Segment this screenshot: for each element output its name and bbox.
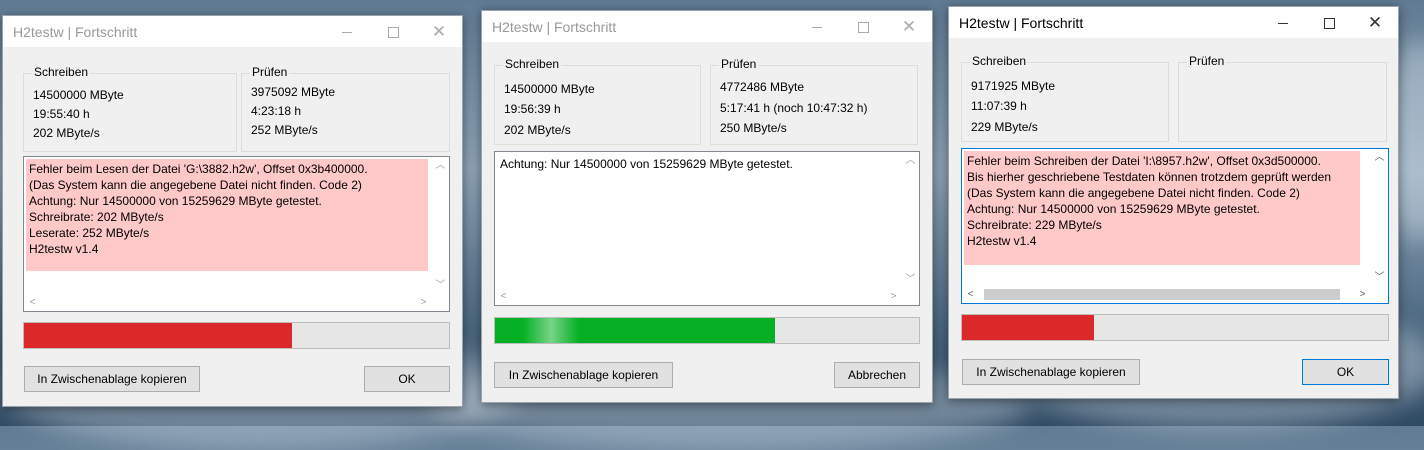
verify-group-label: Prüfen: [1187, 54, 1227, 68]
scroll-down-icon[interactable]: ﹀: [1371, 269, 1388, 286]
progress-fill: [24, 323, 292, 348]
minimize-icon[interactable]: [324, 16, 370, 47]
write-rate: 202 MByte/s: [33, 126, 100, 140]
verify-group: Prüfen 3975092 MByte 4:23:18 h 252 MByte…: [241, 65, 450, 152]
progress-fill: [962, 315, 1095, 340]
scroll-left-icon[interactable]: <: [24, 294, 41, 311]
verify-size: 4772486 MByte: [720, 80, 805, 94]
scroll-up-icon[interactable]: ︿: [902, 152, 919, 169]
write-time: 11:07:39 h: [971, 99, 1027, 113]
progress-fill: [495, 318, 775, 343]
copy-to-clipboard-button[interactable]: In Zwischenablage kopieren: [494, 362, 673, 388]
scroll-up-icon[interactable]: ︿: [1371, 149, 1388, 166]
log-text: Fehler beim Lesen der Datei 'G:\3882.h2w…: [26, 159, 428, 271]
window-title: H2testw | Fortschritt: [959, 15, 1084, 31]
horizontal-scrollbar[interactable]: < >: [495, 288, 902, 305]
close-icon[interactable]: ✕: [1352, 7, 1398, 38]
horizontal-scrollbar[interactable]: < >: [24, 294, 432, 311]
minimize-icon[interactable]: [1260, 7, 1306, 38]
scroll-up-icon[interactable]: ︿: [432, 157, 449, 174]
window-title: H2testw | Fortschritt: [13, 24, 138, 40]
maximize-icon[interactable]: [370, 16, 416, 47]
window-title: H2testw | Fortschritt: [492, 19, 617, 35]
write-time: 19:56:39 h: [504, 102, 561, 116]
vertical-scrollbar[interactable]: ︿ ﹀: [432, 157, 449, 294]
close-icon[interactable]: ✕: [416, 16, 462, 47]
progress-bar: [494, 317, 920, 344]
title-bar[interactable]: H2testw | Fortschritt ✕: [3, 16, 462, 47]
progress-bar: [961, 314, 1389, 341]
log-textbox[interactable]: Achtung: Nur 14500000 von 15259629 MByte…: [494, 151, 920, 306]
verify-time: 5:17:41 h (noch 10:47:32 h): [720, 101, 868, 115]
verify-size: 3975092 MByte: [251, 85, 336, 99]
scroll-left-icon[interactable]: <: [495, 288, 512, 305]
progress-window-3: H2testw | Fortschritt ✕ Schreiben 917192…: [948, 6, 1399, 399]
progress-bar: [23, 322, 450, 349]
verify-group: Prüfen: [1178, 54, 1387, 142]
write-time: 19:55:40 h: [33, 107, 90, 121]
scroll-left-icon[interactable]: <: [962, 286, 979, 303]
close-icon[interactable]: ✕: [886, 11, 932, 42]
write-size: 14500000 MByte: [33, 88, 124, 102]
verify-rate: 250 MByte/s: [720, 121, 787, 135]
verify-group: Prüfen 4772486 MByte 5:17:41 h (noch 10:…: [710, 57, 918, 145]
minimize-icon[interactable]: [794, 11, 840, 42]
verify-rate: 252 MByte/s: [251, 123, 318, 137]
write-group: Schreiben 14500000 MByte 19:56:39 h 202 …: [494, 57, 701, 145]
title-bar[interactable]: H2testw | Fortschritt ✕: [482, 11, 932, 42]
maximize-icon[interactable]: [1306, 7, 1352, 38]
scroll-down-icon[interactable]: ﹀: [902, 271, 919, 288]
copy-to-clipboard-button[interactable]: In Zwischenablage kopieren: [962, 359, 1140, 385]
write-group-label: Schreiben: [503, 57, 562, 71]
verify-group-label: Prüfen: [250, 65, 290, 79]
write-group-label: Schreiben: [970, 54, 1029, 68]
write-group-label: Schreiben: [32, 65, 91, 79]
scroll-right-icon[interactable]: >: [885, 288, 902, 305]
scroll-down-icon[interactable]: ﹀: [432, 277, 449, 294]
vertical-scrollbar[interactable]: ︿ ﹀: [902, 152, 919, 288]
cancel-button[interactable]: Abbrechen: [834, 362, 920, 388]
verify-time: 4:23:18 h: [251, 104, 302, 118]
scroll-right-icon[interactable]: >: [415, 294, 432, 311]
ok-button[interactable]: OK: [1302, 359, 1389, 385]
write-size: 9171925 MByte: [971, 79, 1056, 93]
write-size: 14500000 MByte: [504, 82, 595, 96]
ok-button[interactable]: OK: [364, 366, 450, 392]
vertical-scrollbar[interactable]: ︿ ﹀: [1371, 149, 1388, 286]
write-rate: 229 MByte/s: [971, 120, 1038, 134]
write-group: Schreiben 9171925 MByte 11:07:39 h 229 M…: [961, 54, 1169, 142]
progress-window-1: H2testw | Fortschritt ✕ Schreiben 145000…: [2, 15, 463, 407]
title-bar[interactable]: H2testw | Fortschritt ✕: [949, 7, 1398, 38]
log-textbox[interactable]: Fehler beim Lesen der Datei 'G:\3882.h2w…: [23, 156, 450, 312]
progress-window-2: H2testw | Fortschritt ✕ Schreiben 145000…: [481, 10, 933, 403]
write-rate: 202 MByte/s: [504, 123, 571, 137]
scroll-right-icon[interactable]: >: [1354, 286, 1371, 303]
log-textbox[interactable]: Fehler beim Schreiben der Datei 'I:\8957…: [961, 148, 1389, 304]
write-group: Schreiben 14500000 MByte 19:55:40 h 202 …: [23, 65, 237, 152]
horizontal-scrollbar[interactable]: < >: [962, 286, 1371, 303]
copy-to-clipboard-button[interactable]: In Zwischenablage kopieren: [24, 366, 200, 392]
horizontal-scroll-thumb[interactable]: [984, 289, 1340, 300]
log-text: Achtung: Nur 14500000 von 15259629 MByte…: [497, 154, 897, 194]
log-text: Fehler beim Schreiben der Datei 'I:\8957…: [964, 151, 1360, 265]
maximize-icon[interactable]: [840, 11, 886, 42]
verify-group-label: Prüfen: [719, 57, 759, 71]
